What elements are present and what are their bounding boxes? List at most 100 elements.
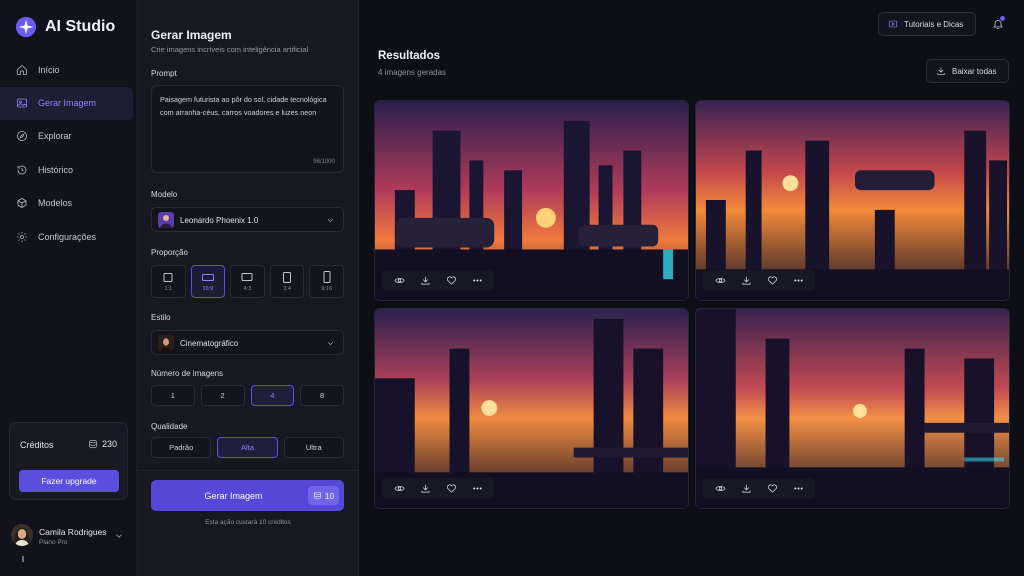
sidebar-nav: Início Gerar Imagem Explorar Histórico M…	[0, 53, 137, 254]
favorite-button[interactable]	[767, 483, 778, 494]
view-button[interactable]	[394, 483, 405, 494]
result-image-card[interactable]	[695, 100, 1010, 301]
credits-count-value: 230	[101, 439, 117, 449]
download-button[interactable]	[420, 483, 431, 494]
style-select[interactable]: Cinematográfico	[151, 330, 344, 355]
prompt-label: Prompt	[151, 69, 177, 78]
download-icon	[937, 67, 945, 75]
more-button[interactable]	[793, 483, 804, 494]
view-button[interactable]	[715, 483, 726, 494]
favorite-button[interactable]	[767, 275, 778, 286]
count-option-1[interactable]: 1	[151, 385, 195, 406]
style-value: Cinematográfico	[180, 339, 239, 348]
model-select[interactable]: Leonardo Phoenix 1.0	[151, 207, 344, 232]
prompt-input[interactable]: Paisagem futurista ao pôr do sol, cidade…	[151, 85, 344, 173]
sidebar: AI Studio Início Gerar Imagem Explorar H…	[0, 0, 137, 576]
prompt-text: Paisagem futurista ao pôr do sol, cidade…	[160, 95, 327, 117]
quality-option-padrao[interactable]: Padrão	[151, 437, 212, 458]
ratio-option-label: 1:1	[164, 286, 173, 292]
result-image-card[interactable]	[374, 308, 689, 509]
eye-icon	[715, 486, 725, 491]
view-button[interactable]	[394, 275, 405, 286]
gear-icon	[17, 231, 27, 242]
sidebar-item-configuracoes[interactable]: Configurações	[0, 220, 137, 253]
upgrade-button[interactable]: Fazer upgrade	[19, 470, 119, 492]
ratio-option-1-1[interactable]: 1:1	[151, 265, 186, 298]
result-image-card[interactable]	[374, 100, 689, 301]
status-icon	[22, 556, 24, 562]
chevron-down-icon	[328, 342, 333, 346]
ratio-tall-icon	[323, 271, 331, 283]
sidebar-item-label: Gerar Imagem	[38, 98, 97, 108]
ratio-landscape-icon	[241, 273, 253, 281]
ratio-option-16-9[interactable]: 16:9	[190, 265, 226, 298]
ratio-option-9-16[interactable]: 9:16	[309, 265, 344, 298]
sidebar-item-inicio[interactable]: Início	[0, 53, 137, 86]
brand-name: AI Studio	[45, 18, 116, 35]
user-menu[interactable]: Camila Rodrigues Plano Pro	[11, 524, 129, 550]
more-icon	[472, 487, 482, 490]
image-toolbar	[703, 478, 815, 499]
ratio-option-label: 9:16	[321, 286, 333, 292]
model-label: Modelo	[151, 190, 178, 199]
panel-subtitle: Crie imagens incríveis com inteligência …	[151, 45, 309, 54]
prompt-char-count: 98/1000	[313, 159, 335, 165]
more-button[interactable]	[472, 483, 483, 494]
style-thumbnail	[158, 335, 174, 351]
brand[interactable]: AI Studio	[15, 16, 115, 38]
results-area: Tutoriais e Dicas Resultados 4 imagens g…	[359, 0, 1024, 576]
heart-icon	[767, 484, 777, 493]
more-button[interactable]	[472, 275, 483, 286]
download-button[interactable]	[741, 483, 752, 494]
download-icon	[420, 276, 430, 285]
quality-option-ultra[interactable]: Ultra	[283, 437, 344, 458]
panel-title: Gerar Imagem	[151, 28, 232, 42]
quality-label: Qualidade	[151, 422, 188, 431]
sidebar-item-explorar[interactable]: Explorar	[0, 120, 137, 153]
credits-count: 230	[88, 439, 117, 449]
count-option-8[interactable]: 8	[300, 385, 344, 406]
compass-icon	[17, 131, 27, 141]
sidebar-item-modelos[interactable]: Modelos	[0, 187, 137, 220]
user-name: Camila Rodrigues	[39, 527, 107, 537]
avatar	[11, 524, 33, 546]
ratio-selector: 1:1 16:9 4:3 3:4 9:16	[151, 265, 344, 298]
favorite-button[interactable]	[446, 275, 457, 286]
heart-icon	[446, 276, 456, 285]
sidebar-item-gerar-imagem[interactable]: Gerar Imagem	[0, 86, 133, 120]
generate-cost-value: 10	[324, 490, 335, 501]
brand-logo-icon	[15, 16, 37, 38]
more-icon	[793, 279, 803, 282]
generate-note: Esta ação custará 10 créditos	[205, 519, 291, 526]
tutorials-button[interactable]: Tutoriais e Dicas	[878, 12, 976, 36]
favorite-button[interactable]	[446, 483, 457, 494]
download-all-button[interactable]: Baixar todas	[926, 59, 1009, 83]
results-title: Resultados	[378, 50, 440, 62]
model-thumbnail	[158, 212, 174, 228]
generate-button-label: Gerar Imagem	[204, 491, 263, 501]
sidebar-item-label: Modelos	[38, 198, 73, 208]
generate-panel: Gerar Imagem Crie imagens incríveis com …	[137, 0, 359, 576]
quality-option-alta[interactable]: Alta	[217, 437, 278, 458]
view-button[interactable]	[715, 275, 726, 286]
credits-card: Créditos 230 Fazer upgrade	[9, 422, 128, 500]
ratio-option-3-4[interactable]: 3:4	[269, 265, 305, 298]
download-button[interactable]	[420, 275, 431, 286]
chevron-down-icon	[328, 219, 333, 223]
ratio-option-4-3[interactable]: 4:3	[230, 265, 265, 298]
divider	[137, 470, 359, 471]
count-option-4[interactable]: 4	[250, 385, 295, 406]
ratio-portrait-icon	[283, 272, 292, 283]
ratio-option-label: 16:9	[202, 286, 214, 292]
home-icon	[17, 64, 27, 75]
sidebar-item-historico[interactable]: Histórico	[0, 153, 137, 186]
more-icon	[472, 279, 482, 282]
cube-icon	[17, 198, 27, 208]
count-option-2[interactable]: 2	[200, 385, 245, 406]
ratio-option-label: 3:4	[283, 286, 291, 292]
more-button[interactable]	[793, 275, 804, 286]
result-image-card[interactable]	[695, 308, 1010, 509]
generate-button[interactable]: Gerar Imagem 10	[151, 480, 344, 511]
download-button[interactable]	[741, 275, 752, 286]
credits-title: Créditos	[20, 440, 54, 450]
